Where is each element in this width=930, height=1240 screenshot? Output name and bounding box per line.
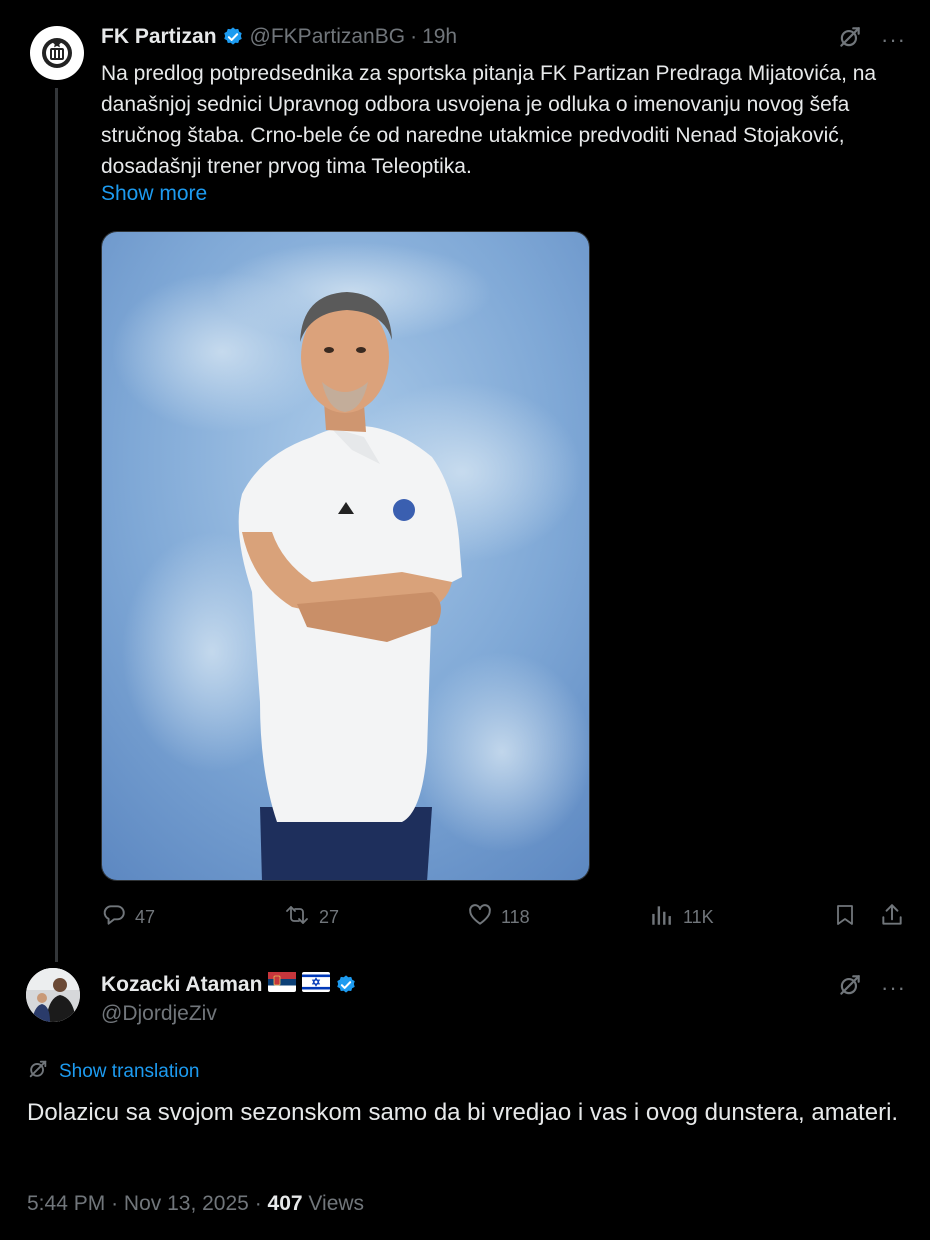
tweet-actions: 47 27 118 11K bbox=[101, 898, 907, 936]
author-handle[interactable]: @FKPartizanBG bbox=[250, 25, 406, 49]
verified-badge-icon bbox=[335, 974, 357, 996]
author-name[interactable]: FK Partizan bbox=[101, 25, 217, 49]
more-icon[interactable]: ··· bbox=[881, 28, 906, 51]
like-button[interactable]: 118 bbox=[467, 898, 530, 936]
tweet-text: Na predlog potpredsednika za sportska pi… bbox=[101, 62, 877, 178]
views-count: 11K bbox=[683, 906, 714, 927]
thread-line bbox=[55, 88, 58, 962]
serbia-flag-icon bbox=[268, 972, 297, 998]
show-more-link[interactable]: Show more bbox=[101, 182, 207, 206]
repost-count: 27 bbox=[319, 906, 340, 927]
reply-icon bbox=[101, 902, 127, 933]
views-icon bbox=[649, 902, 675, 933]
reply-time[interactable]: 5:44 PM bbox=[27, 1192, 105, 1215]
grok-icon[interactable] bbox=[837, 972, 863, 1003]
reply-text: Dolazicu sa svojom sezonskom samo da bi … bbox=[27, 1099, 899, 1126]
show-translation-link[interactable]: Show translation bbox=[27, 1058, 199, 1086]
reply-top-actions: ··· bbox=[837, 972, 906, 1003]
separator: · bbox=[111, 1192, 119, 1215]
coach-portrait-image bbox=[102, 232, 589, 880]
reply-count: 47 bbox=[135, 906, 156, 927]
views-button[interactable]: 11K bbox=[649, 898, 714, 936]
more-icon[interactable]: ··· bbox=[881, 976, 906, 999]
share-icon bbox=[879, 902, 905, 933]
translate-icon bbox=[27, 1058, 49, 1086]
share-button[interactable] bbox=[879, 898, 905, 936]
timestamp[interactable]: 19h bbox=[422, 25, 457, 49]
reply-author-handle[interactable]: @DjordjeZiv bbox=[101, 1002, 217, 1026]
bookmark-button[interactable] bbox=[833, 898, 857, 936]
show-translation-label: Show translation bbox=[59, 1061, 200, 1082]
reply-author-name[interactable]: Kozacki Ataman bbox=[101, 973, 262, 997]
tweet[interactable]: FK Partizan @FKPartizanBG · 19h ··· Na p… bbox=[0, 0, 930, 962]
like-icon bbox=[467, 902, 493, 933]
like-count: 118 bbox=[501, 906, 530, 927]
tweet-photo[interactable] bbox=[101, 231, 590, 881]
israel-flag-icon bbox=[302, 972, 331, 998]
repost-button[interactable]: 27 bbox=[283, 898, 339, 936]
partizan-crest-icon bbox=[42, 38, 72, 68]
reply-views-label: Views bbox=[308, 1192, 365, 1215]
reply-author-avatar[interactable] bbox=[26, 968, 80, 1022]
separator: · bbox=[410, 25, 418, 48]
bookmark-icon bbox=[833, 902, 857, 933]
reply-views-count: 407 bbox=[267, 1192, 303, 1215]
avatar-photo bbox=[26, 968, 80, 1022]
reply-button[interactable]: 47 bbox=[101, 898, 155, 936]
tweet-top-actions: ··· bbox=[837, 24, 906, 55]
repost-icon bbox=[283, 902, 311, 933]
reply-header: Kozacki Ataman bbox=[101, 970, 363, 1000]
tweet-header: FK Partizan @FKPartizanBG · 19h bbox=[101, 22, 457, 52]
separator: · bbox=[254, 1192, 262, 1215]
reply-meta: 5:44 PM · Nov 13, 2025 · 407 Views bbox=[27, 1192, 364, 1216]
verified-badge-icon bbox=[222, 26, 244, 48]
grok-icon[interactable] bbox=[837, 24, 863, 55]
reply-date[interactable]: Nov 13, 2025 bbox=[124, 1192, 249, 1215]
author-avatar[interactable] bbox=[30, 26, 84, 80]
